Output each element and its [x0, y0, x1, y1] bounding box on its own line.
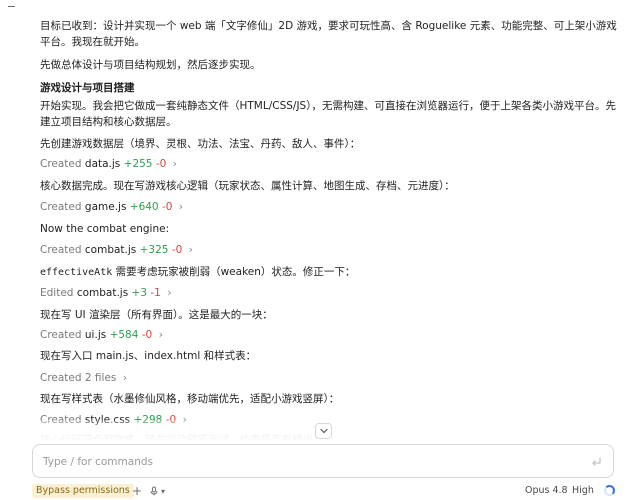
- message-text: Now the combat engine:: [40, 223, 170, 235]
- tool-file: style.css: [84, 414, 131, 426]
- chevron-right-icon: ›: [172, 157, 178, 170]
- tool-verb: Created: [40, 372, 82, 384]
- message-text: 现在写 UI 渲染层（所有界面）。这是最大的一块：: [40, 309, 273, 321]
- lines-added: +640: [129, 201, 159, 213]
- message-feed: 目标已收到：设计并实现一个 web 端「文字修仙」2D 游戏，要求可玩性高、含 …: [0, 0, 639, 440]
- lines-removed: -1: [150, 287, 161, 299]
- tool-verb: Created: [40, 158, 82, 170]
- message-text: 现在写入口 main.js、index.html 和样式表：: [40, 350, 257, 362]
- tool-verb: Created: [40, 244, 82, 256]
- microphone-icon[interactable]: [149, 484, 159, 498]
- lines-removed: -0: [155, 158, 167, 170]
- lines-removed: -0: [141, 329, 153, 341]
- lines-removed: -0: [165, 414, 177, 426]
- message-text: 先创建游戏数据层（境界、灵根、功法、法宝、丹药、敌人、事件）：: [40, 138, 361, 150]
- tool-result-data-js[interactable]: Created data.js +255 -0 ›: [40, 156, 617, 172]
- tool-verb: Edited: [40, 287, 74, 299]
- tool-file: combat.js: [84, 244, 137, 256]
- lines-removed: -0: [171, 244, 183, 256]
- tool-file: data.js: [84, 158, 121, 170]
- composer[interactable]: [32, 444, 614, 478]
- tool-result-game-js[interactable]: Created game.js +640 -0 ›: [40, 199, 617, 215]
- tool-verb: Created: [40, 201, 82, 213]
- tool-file-count: 2 files: [84, 372, 117, 384]
- tool-file: ui.js: [84, 329, 107, 341]
- model-selector[interactable]: Opus 4.8: [525, 484, 568, 498]
- lines-removed: -0: [161, 201, 173, 213]
- tool-file: game.js: [84, 201, 127, 213]
- tool-file: combat.js: [76, 287, 129, 299]
- scroll-to-bottom-button[interactable]: [315, 423, 332, 439]
- message-text: 现在写样式表（水墨修仙风格，移动端优先，适配小游戏竖屏）：: [40, 393, 340, 405]
- chevron-right-icon: ›: [158, 328, 163, 341]
- chevron-right-icon: ›: [178, 200, 184, 213]
- chevron-right-icon: ›: [122, 371, 128, 384]
- tool-result-combat-js-edit[interactable]: Edited combat.js +3 -1 ›: [40, 285, 617, 301]
- section-heading: 游戏设计与项目搭建: [40, 82, 135, 94]
- chevron-right-icon: ›: [188, 243, 194, 256]
- enter-icon[interactable]: [589, 455, 603, 469]
- permission-mode-button[interactable]: Bypass permissions: [32, 484, 134, 498]
- tool-verb: Created: [40, 414, 82, 426]
- message-text: 核心数据完成。现在写游戏核心逻辑（玩家状态、属性计算、地图生成、存档、元进度）：: [40, 180, 455, 192]
- dash-icon[interactable]: [8, 6, 15, 7]
- add-button[interactable]: +: [132, 484, 142, 498]
- tool-result-2-files[interactable]: Created 2 files ›: [40, 370, 617, 386]
- message-text: 开始实现。我会把它做成一套纯静态文件（HTML/CSS/JS），无需构建、可直接…: [40, 100, 616, 128]
- spinner-icon: [604, 485, 615, 496]
- tool-result-combat-js[interactable]: Created combat.js +325 -0 ›: [40, 242, 617, 258]
- tool-result-ui-js[interactable]: Created ui.js +584 -0 ›: [40, 327, 617, 343]
- chevron-down-icon[interactable]: ▾: [161, 484, 165, 498]
- lines-added: +584: [109, 329, 139, 341]
- message-text: 先做总体设计与项目结构规划，然后逐步实现。: [40, 59, 261, 71]
- message-text: effectiveAtk 需要考虑玩家被削弱（weaken）状态。修正一下：: [40, 264, 617, 281]
- effort-selector[interactable]: High: [572, 484, 594, 498]
- message-text: 目标已收到：设计并实现一个 web 端「文字修仙」2D 游戏，要求可玩性高、含 …: [40, 20, 617, 48]
- chevron-right-icon: ›: [167, 286, 172, 299]
- lines-added: +3: [131, 287, 148, 299]
- chevron-right-icon: ›: [182, 413, 187, 426]
- tool-verb: Created: [40, 329, 82, 341]
- lines-added: +298: [133, 414, 163, 426]
- inline-code: effectiveAtk: [40, 267, 113, 278]
- lines-added: +255: [123, 158, 153, 170]
- lines-added: +325: [139, 244, 169, 256]
- message-text-tail: 需要考虑玩家被削弱（weaken）状态。修正一下：: [112, 266, 356, 278]
- composer-footer: Bypass permissions + ▾ Opus 4.8 High: [32, 484, 615, 498]
- chevron-down-icon: [319, 428, 328, 434]
- command-input[interactable]: [43, 453, 563, 471]
